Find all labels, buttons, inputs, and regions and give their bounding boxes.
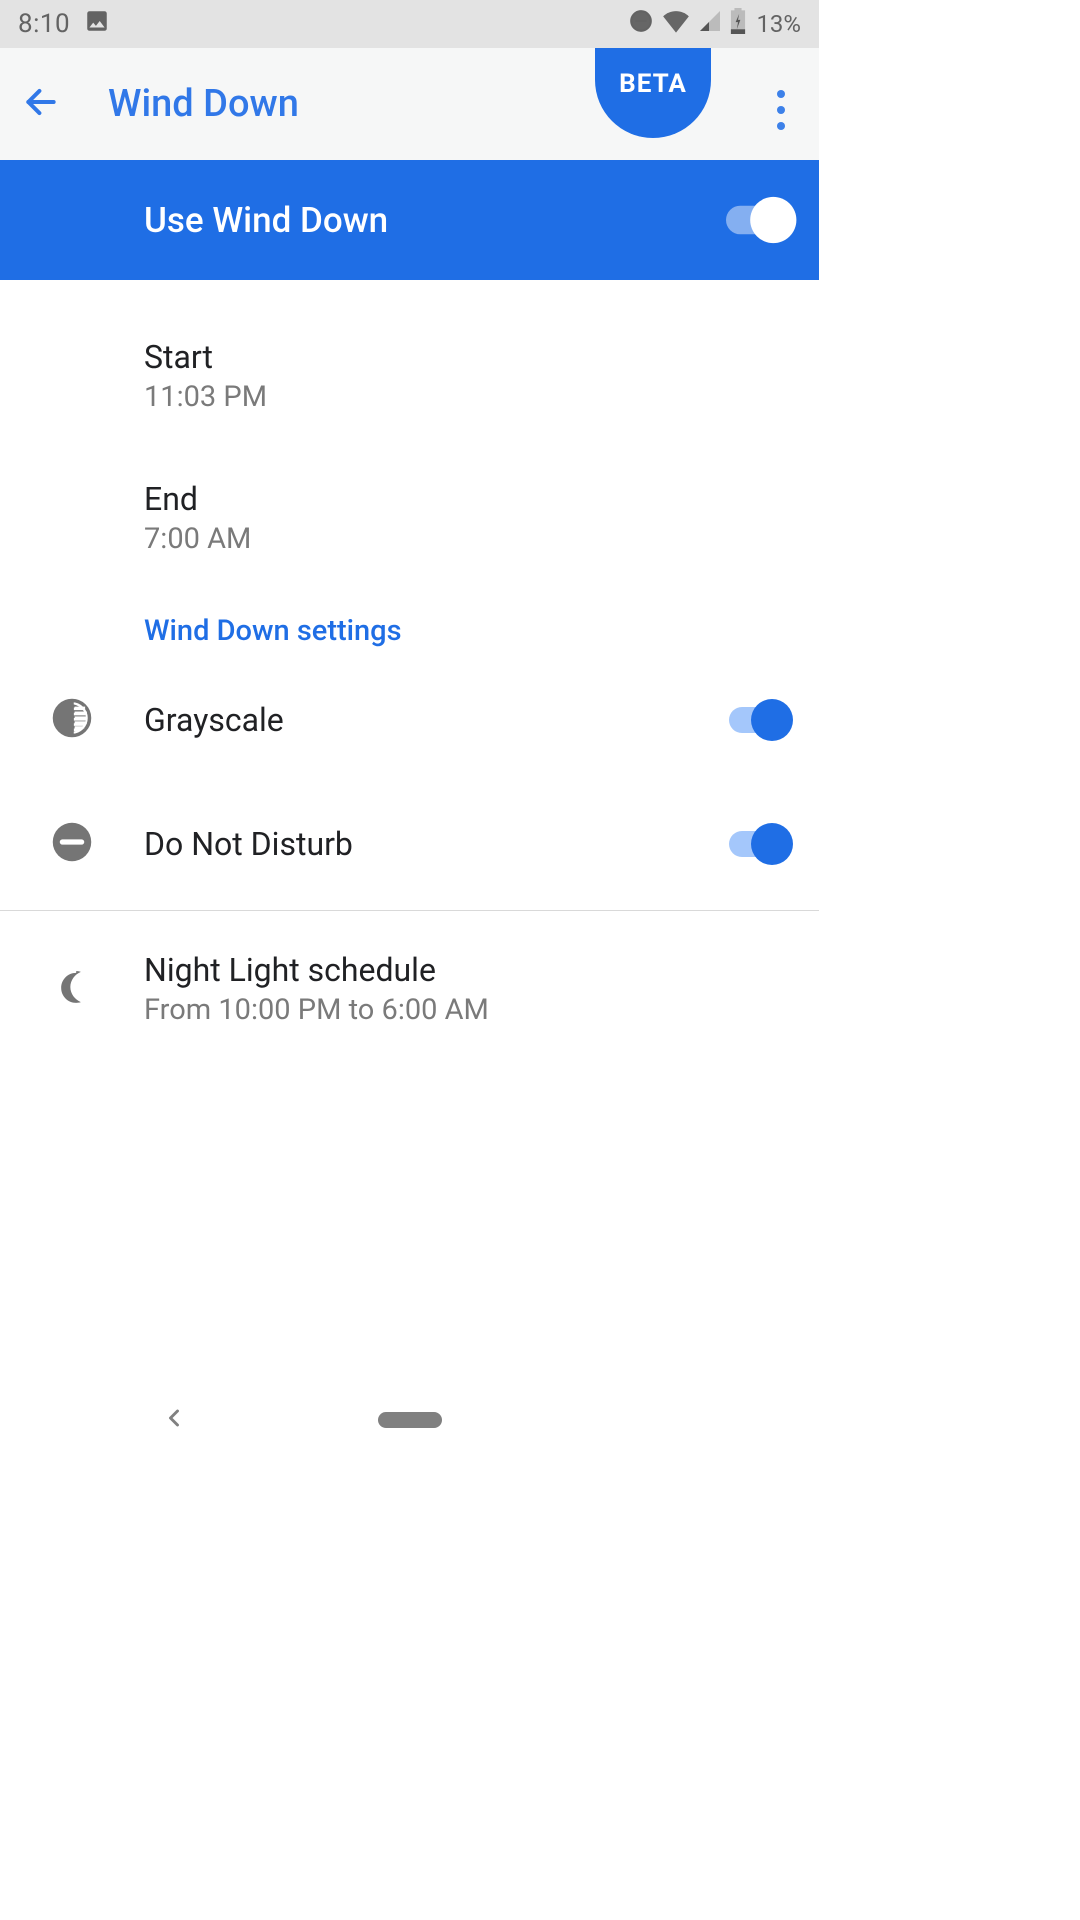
grayscale-row[interactable]: Grayscale — [0, 672, 819, 768]
moon-icon — [52, 967, 92, 1011]
navigation-bar — [0, 1384, 819, 1456]
back-button[interactable] — [22, 83, 60, 125]
beta-badge-label: BETA — [619, 69, 687, 99]
dnd-switch[interactable] — [729, 831, 789, 857]
nav-home-pill[interactable] — [378, 1412, 442, 1428]
end-label: End — [144, 480, 789, 518]
app-bar: Wind Down BETA — [0, 48, 819, 160]
grayscale-label: Grayscale — [144, 701, 709, 739]
section-label: Wind Down settings — [0, 578, 819, 672]
status-bar: 8:10 13% — [0, 0, 819, 48]
night-light-label: Night Light schedule — [144, 951, 789, 989]
dnd-row[interactable]: Do Not Disturb — [0, 796, 819, 892]
cellular-icon — [698, 9, 722, 40]
master-toggle-switch[interactable] — [726, 206, 792, 235]
clock: 8:10 — [18, 9, 70, 39]
wifi-icon — [662, 9, 690, 40]
nav-back-button[interactable] — [160, 1404, 188, 1436]
dnd-label: Do Not Disturb — [144, 825, 709, 863]
start-label: Start — [144, 338, 789, 376]
master-toggle-label: Use Wind Down — [144, 200, 388, 241]
battery-percentage: 13% — [756, 10, 801, 38]
image-icon — [84, 8, 110, 41]
dnd-icon — [51, 821, 93, 867]
start-value: 11:03 PM — [144, 380, 789, 414]
master-toggle-row[interactable]: Use Wind Down — [0, 160, 819, 280]
divider — [0, 910, 819, 911]
night-light-row[interactable]: Night Light schedule From 10:00 PM to 6:… — [0, 929, 819, 1049]
night-light-detail: From 10:00 PM to 6:00 AM — [144, 993, 789, 1027]
end-value: 7:00 AM — [144, 522, 789, 556]
battery-icon — [730, 8, 746, 41]
end-time-row[interactable]: End 7:00 AM — [0, 458, 819, 578]
grayscale-icon — [51, 697, 93, 743]
status-left: 8:10 — [18, 8, 110, 41]
status-right: 13% — [628, 8, 801, 41]
grayscale-switch[interactable] — [729, 707, 789, 733]
dnd-status-icon — [628, 8, 654, 41]
content: Start 11:03 PM End 7:00 AM Wind Down set… — [0, 280, 819, 1049]
overflow-menu-button[interactable] — [771, 84, 791, 136]
start-time-row[interactable]: Start 11:03 PM — [0, 316, 819, 436]
